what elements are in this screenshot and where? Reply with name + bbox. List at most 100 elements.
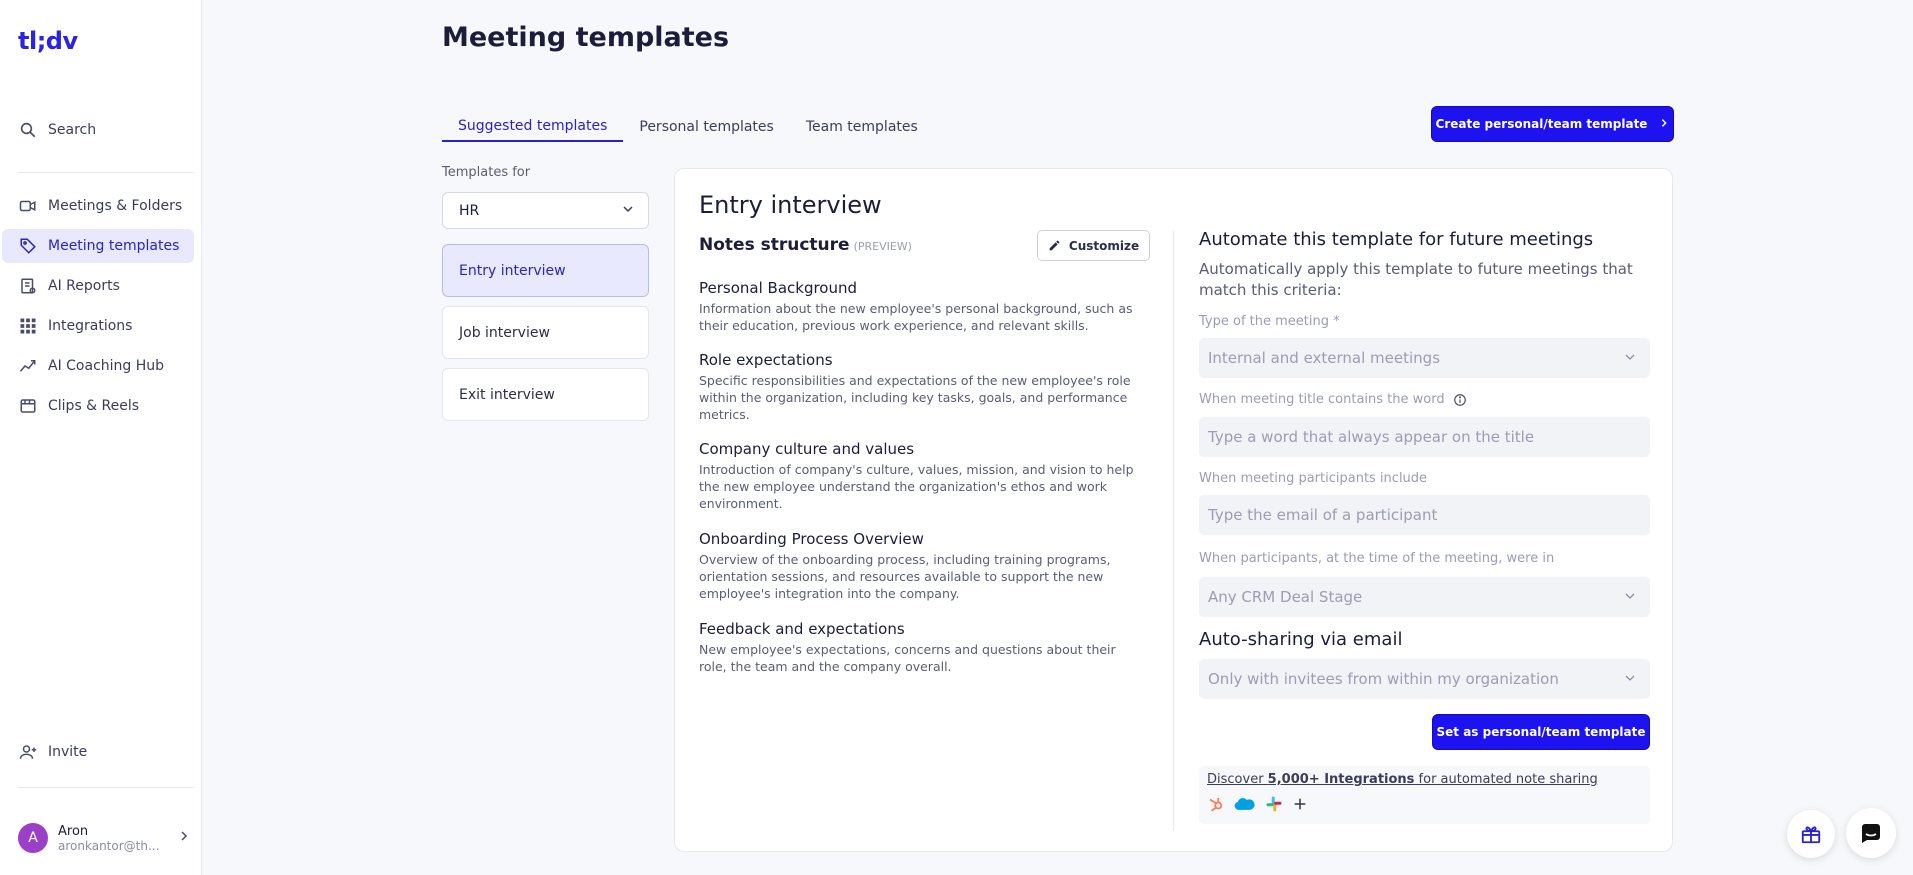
video-icon [18, 196, 38, 216]
auto-sharing-value: Only with invitees from within my organi… [1208, 670, 1559, 688]
template-title: Entry interview [699, 191, 882, 219]
chevron-down-icon [1624, 670, 1636, 688]
sidebar-invite[interactable]: Invite [2, 735, 194, 769]
section-desc: Introduction of company's culture, value… [699, 462, 1134, 511]
automate-title: Automate this template for future meetin… [1199, 229, 1594, 250]
search-icon [18, 120, 38, 140]
discover-integrations-link[interactable]: Discover 5,000+ Integrations for automat… [1207, 772, 1642, 787]
create-template-button[interactable]: Create personal/team template [1431, 106, 1674, 142]
sidebar-invite-label: Invite [48, 744, 88, 760]
section-title: Company culture and values [699, 440, 915, 458]
discover-bold: 5,000+ Integrations [1267, 772, 1415, 787]
crm-stage-value: Any CRM Deal Stage [1208, 588, 1363, 606]
meeting-type-select[interactable]: Internal and external meetings [1199, 338, 1650, 378]
add-user-icon [18, 742, 38, 762]
salesforce-icon[interactable] [1234, 796, 1256, 812]
sidebar-item-integrations[interactable]: Integrations [2, 309, 194, 343]
sidebar-item-meeting-templates[interactable]: Meeting templates [2, 229, 194, 263]
gift-button[interactable] [1787, 810, 1835, 858]
chat-icon [1859, 821, 1883, 845]
section-title: Personal Background [699, 279, 858, 297]
user-name: Aron [58, 823, 89, 839]
customize-label: Customize [1068, 238, 1140, 253]
template-tag-icon [18, 236, 38, 256]
clips-icon [18, 396, 38, 416]
user-menu[interactable]: A Aron aronkantor@th... [18, 820, 190, 856]
sidebar-item-label: Integrations [48, 318, 133, 334]
tab-suggested-templates[interactable]: Suggested templates [442, 110, 624, 142]
section-title: Feedback and expectations [699, 620, 905, 638]
sidebar-item-label: Clips & Reels [48, 398, 140, 414]
grid-icon [18, 316, 38, 336]
section-title: Onboarding Process Overview [699, 530, 924, 548]
sidebar-search-label: Search [48, 122, 97, 138]
automate-description: Automatically apply this template to fut… [1199, 260, 1633, 299]
auto-sharing-title: Auto-sharing via email [1199, 629, 1403, 650]
notes-structure-title: Notes structure (PREVIEW) [699, 235, 912, 255]
avatar: A [18, 823, 48, 853]
participants-field[interactable] [1199, 495, 1650, 535]
chevron-down-icon [1624, 349, 1636, 367]
template-item-job-interview[interactable]: Job interview [442, 306, 649, 359]
sidebar-item-clips-reels[interactable]: Clips & Reels [2, 389, 194, 423]
hubspot-icon[interactable] [1207, 795, 1225, 813]
meeting-type-value: Internal and external meetings [1208, 349, 1441, 367]
sidebar-item-label: Meetings & Folders [48, 198, 183, 214]
set-template-button[interactable]: Set as personal/team template [1432, 714, 1650, 750]
vertical-divider [1173, 231, 1174, 831]
sidebar-item-ai-reports[interactable]: AI Reports [2, 269, 194, 303]
integration-icons [1207, 795, 1642, 813]
template-item-entry-interview[interactable]: Entry interview [442, 244, 649, 297]
preview-tag: (PREVIEW) [853, 240, 912, 253]
gift-icon [1800, 823, 1822, 845]
plus-icon[interactable] [1292, 796, 1308, 812]
discover-suffix: for automated note sharing [1414, 772, 1598, 787]
chevron-right-icon [178, 830, 190, 846]
notes-section: Role expectations Specific responsibilit… [699, 351, 1144, 423]
crm-stage-label: When participants, at the time of the me… [1199, 551, 1555, 566]
integrations-discover: Discover 5,000+ Integrations for automat… [1199, 766, 1650, 824]
notes-structure-label: Notes structure [699, 235, 850, 255]
template-tabs: Suggested templates Personal templates T… [442, 110, 934, 144]
sidebar-item-label: Meeting templates [48, 238, 180, 254]
sidebar: tl;dv Search Meetings & Folders Meeting … [0, 0, 202, 875]
chevron-down-icon [622, 203, 634, 219]
notes-section: Onboarding Process Overview Overview of … [699, 530, 1144, 602]
auto-sharing-select[interactable]: Only with invitees from within my organi… [1199, 659, 1650, 699]
slack-icon[interactable] [1265, 795, 1283, 813]
sidebar-item-label: AI Coaching Hub [48, 358, 165, 374]
app-logo[interactable]: tl;dv [18, 27, 78, 55]
pencil-icon [1048, 239, 1061, 252]
sidebar-item-ai-coaching-hub[interactable]: AI Coaching Hub [2, 349, 194, 383]
trend-icon [18, 356, 38, 376]
customize-button[interactable]: Customize [1037, 230, 1150, 261]
user-email: aronkantor@th... [58, 838, 160, 853]
templates-for-value: HR [459, 202, 480, 219]
tab-team-templates[interactable]: Team templates [790, 110, 934, 142]
crm-stage-select[interactable]: Any CRM Deal Stage [1199, 577, 1650, 617]
title-word-input[interactable] [1208, 428, 1636, 446]
section-desc: Specific responsibilities and expectatio… [699, 373, 1131, 422]
page-title: Meeting templates [442, 22, 730, 53]
sidebar-search[interactable]: Search [2, 113, 194, 147]
template-item-exit-interview[interactable]: Exit interview [442, 368, 649, 421]
sidebar-item-meetings-folders[interactable]: Meetings & Folders [2, 189, 194, 223]
participants-label: When meeting participants include [1199, 471, 1428, 486]
templates-for-select[interactable]: HR [442, 192, 649, 229]
notes-section: Company culture and values Introduction … [699, 440, 1144, 512]
chat-button[interactable] [1846, 808, 1896, 858]
meeting-type-label: Type of the meeting * [1199, 314, 1340, 329]
create-template-label: Create personal/team template [1435, 117, 1648, 131]
section-title: Role expectations [699, 351, 833, 369]
sidebar-divider [18, 172, 194, 173]
info-icon[interactable] [1453, 393, 1467, 407]
templates-for-label: Templates for [442, 165, 531, 180]
title-word-label: When meeting title contains the word [1199, 392, 1467, 407]
tab-personal-templates[interactable]: Personal templates [623, 110, 789, 142]
report-icon [18, 276, 38, 296]
title-word-field[interactable] [1199, 417, 1650, 457]
chevron-right-icon [1659, 116, 1669, 132]
participants-input[interactable] [1208, 506, 1636, 524]
section-desc: Overview of the onboarding process, incl… [699, 552, 1111, 601]
sidebar-item-label: AI Reports [48, 278, 120, 294]
